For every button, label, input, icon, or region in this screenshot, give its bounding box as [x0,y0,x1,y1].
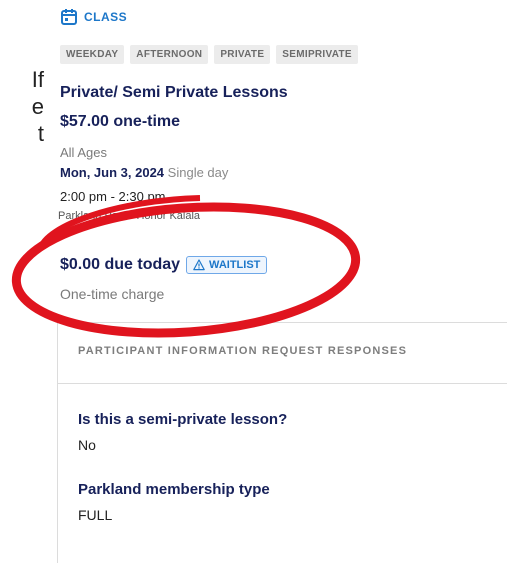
left-text-fragment: If e t [0,66,46,147]
class-price: $57.00 one-time [60,113,181,130]
class-date: Mon, Jun 3, 2024 Single day [60,165,228,180]
class-date-value: Mon, Jun 3, 2024 [60,165,165,180]
waitlist-label: WAITLIST [209,259,261,271]
response-answer: No [78,437,96,453]
tag-weekday: WEEKDAY [60,45,125,64]
class-date-suffix: Single day [167,165,229,180]
response-question: Parkland membership type [78,481,270,498]
class-header: CLASS [60,8,127,26]
panel-divider [58,383,507,384]
response-answer: FULL [78,507,113,523]
due-today-amount: $0.00 due today [60,256,181,273]
tag-private: PRIVATE [214,45,271,64]
waitlist-badge: WAITLIST [186,256,268,274]
class-ages: All Ages [60,145,107,160]
calendar-icon [61,9,77,25]
due-today-line: $0.00 due today WAITLIST [60,256,268,274]
class-type-label: CLASS [84,10,128,24]
tag-semiprivate: SEMIPRIVATE [276,45,358,64]
left-fragment-line: t [37,121,44,146]
response-question: Is this a semi-private lesson? [78,411,288,428]
tag-afternoon: AFTERNOON [130,45,209,64]
warning-triangle-icon [193,259,205,271]
tag-list: WEEKDAY AFTERNOON PRIVATE SEMIPRIVATE [60,45,358,64]
left-fragment-line: e [31,94,44,119]
participant-responses-panel: PARTICIPANT INFORMATION REQUEST RESPONSE… [57,322,507,563]
class-time: 2:00 pm - 2:30 pm [60,189,166,204]
left-fragment-line: If [31,67,44,92]
class-location: Parkland Pool • Honor Kalala [58,210,201,222]
class-title: Private/ Semi Private Lessons [60,84,288,101]
responses-heading: PARTICIPANT INFORMATION REQUEST RESPONSE… [78,345,408,357]
charge-type: One-time charge [60,286,165,302]
